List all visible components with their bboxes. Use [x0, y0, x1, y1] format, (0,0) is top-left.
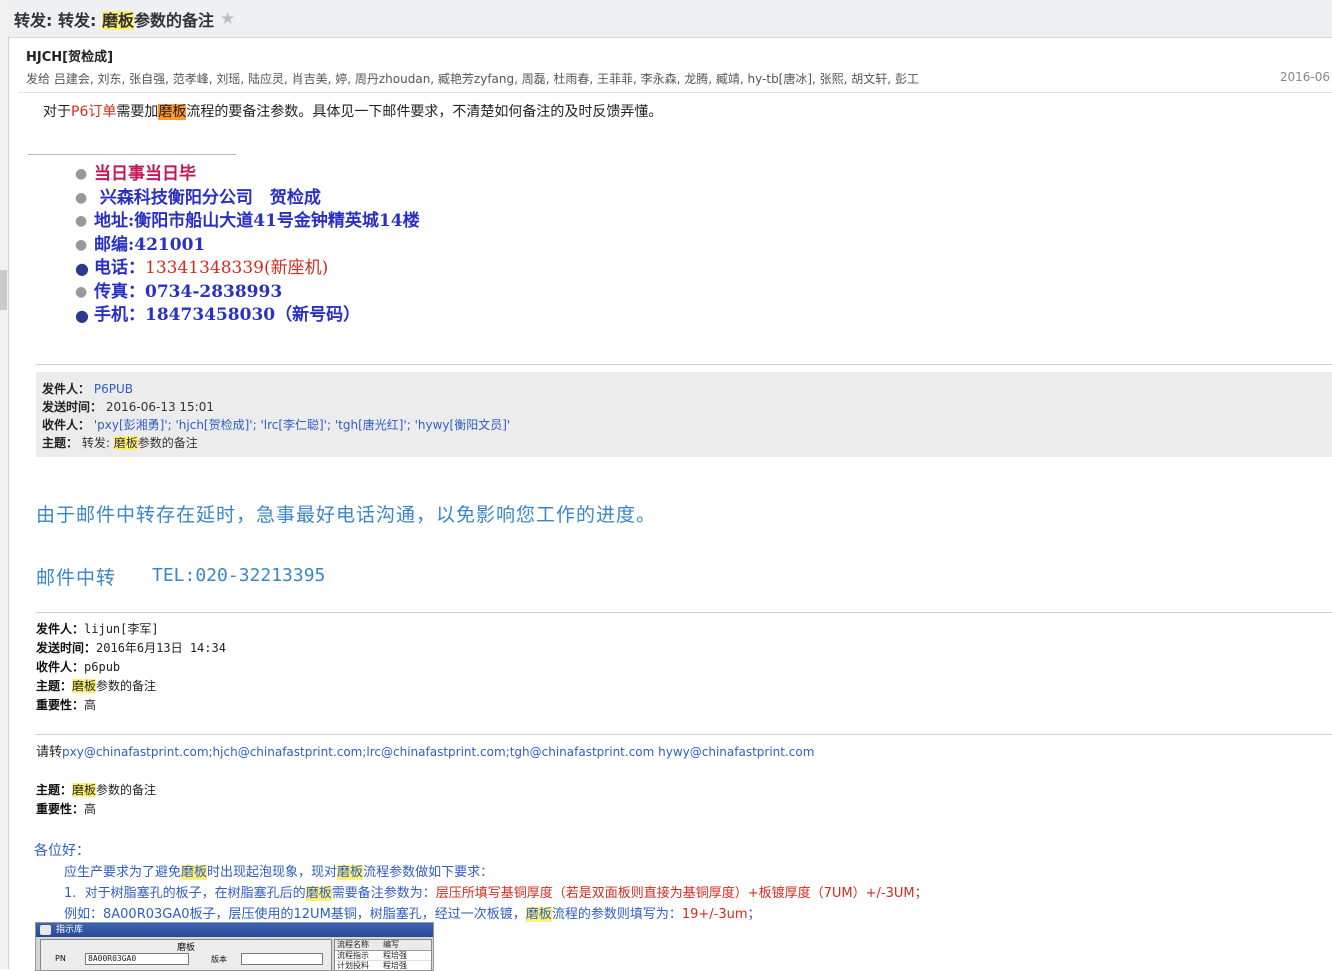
greeting: 各位好： [34, 843, 90, 859]
signature-company: ● 兴森科技衡阳分公司 贺检成 [75, 187, 321, 208]
star-icon[interactable]: ★ [220, 9, 235, 29]
embedded-panel-title: 磨板 [176, 943, 195, 953]
forwarded-header: 发件人： P6PUB 发送时间： 2016-06-13 15:01 收件人： '… [36, 372, 1332, 457]
signature-postcode: ● 邮编:421001 [75, 234, 206, 255]
signature-address: ● 地址:衡阳市船山大道41号金钟精英城14楼 [75, 211, 420, 231]
fwd-from-link[interactable]: P6PUB [94, 382, 133, 396]
orig-to: 收件人：p6pub [36, 660, 121, 674]
signature-motto: ● 当日事当日毕 [75, 164, 196, 184]
embedded-screenshot: 指示库 磨板 PN 8A00R03GA0 版本 流程名称 编写 流程指示 程培强 计… [35, 922, 434, 971]
quote-divider-2 [36, 612, 1332, 613]
embedded-version-label: 版本 [211, 955, 227, 964]
fwd-sent: 发送时间： 2016-06-13 15:01 [42, 400, 214, 414]
embedded-version-field [241, 953, 323, 965]
orig-importance: 重要性：高 [36, 698, 97, 712]
signature-fax: ● 传真：0734-2838993 [75, 281, 283, 302]
subject-bar: 转发: 转发: 磨板参数的备注 ★ [8, 0, 1332, 38]
embedded-window-title: 指示库 [36, 923, 433, 937]
email-subject: 转发: 转发: 磨板参数的备注 [14, 10, 214, 30]
relay-label: 邮件中转 [36, 567, 117, 589]
embedded-grid: 流程名称 编写 流程指示 程培强 计划投料 程培强 [334, 939, 432, 970]
embedded-pn-label: PN [55, 954, 66, 963]
relay-tel: TEL:020-32213395 [152, 565, 326, 586]
requirement-item-1: 1. 对于树脂塞孔的板子，在树脂塞孔后的磨板需要备注参数为：层压所填写基铜厚度（… [64, 886, 928, 901]
email-date: 2016-06 [1279, 70, 1330, 84]
fwd-to-links[interactable]: 'pxy[彭湘勇]'; 'hjch[贺检成]'; 'lrc[李仁聪]'; 'tg… [94, 418, 510, 432]
signature-phone: ● 电话：13341348339(新座机) [75, 258, 329, 278]
forward-request: 请转pxy@chinafastprint.com;hjch@chinafastp… [36, 745, 815, 760]
fwd-from: 发件人： P6PUB [42, 382, 133, 396]
sender-name[interactable]: HJCH[贺检成] [26, 46, 113, 65]
relay-notice: 由于邮件中转存在延时，急事最好电话沟通，以免影响您工作的进度。 [36, 504, 657, 526]
scroll-marker [0, 270, 7, 310]
requirement-line: 应生产要求为了避免磨板时出现起泡现象，现对磨板流程参数做如下要求： [64, 865, 494, 880]
embedded-form-panel: 磨板 PN 8A00R03GA0 版本 [40, 939, 332, 970]
signature-mobile: ● 手机：18473458030（新号码） [75, 305, 361, 325]
recipients-line: 发给 吕建会, 刘东, 张自强, 范孝峰, 刘瑶, 陆应灵, 肖吉美, 婷, 周… [26, 72, 919, 86]
body-subject: 主题：磨板参数的备注 [36, 783, 157, 797]
quote-divider [36, 364, 1332, 365]
forward-email-links[interactable]: pxy@chinafastprint.com;hjch@chinafastpri… [62, 745, 814, 759]
signature-divider [28, 154, 236, 155]
app-icon [40, 925, 51, 935]
fwd-to: 收件人： 'pxy[彭湘勇]'; 'hjch[贺检成]'; 'lrc[李仁聪]'… [42, 418, 511, 432]
orig-sent: 发送时间：2016年6月13日 14:34 [36, 641, 226, 655]
quote-divider-3 [36, 734, 1332, 735]
orig-subject: 主题：磨板参数的备注 [36, 679, 157, 693]
example-line: 例如：8A00R03GA0板子，层压使用的12UM基铜，树脂塞孔，经过一次板镀，… [64, 907, 761, 922]
intro-text: 对于P6订单需要加磨板流程的要备注参数。具体见一下邮件要求，不清楚如何备注的及时… [43, 104, 663, 120]
recipients-list[interactable]: 吕建会, 刘东, 张自强, 范孝峰, 刘瑶, 陆应灵, 肖吉美, 婷, 周丹zh… [54, 72, 919, 86]
embedded-pn-value: 8A00R03GA0 [85, 953, 189, 965]
orig-from: 发件人：lijun[李军] [36, 622, 159, 636]
header-divider [18, 92, 1332, 93]
fwd-subject: 主题： 转发: 磨板参数的备注 [42, 436, 198, 450]
left-pane-strip [0, 0, 9, 969]
body-importance: 重要性：高 [36, 802, 97, 816]
signature-list: ● 当日事当日毕 ● 兴森科技衡阳分公司 贺检成 ● 地址:衡阳市船山大道41号金钟… [62, 163, 420, 328]
